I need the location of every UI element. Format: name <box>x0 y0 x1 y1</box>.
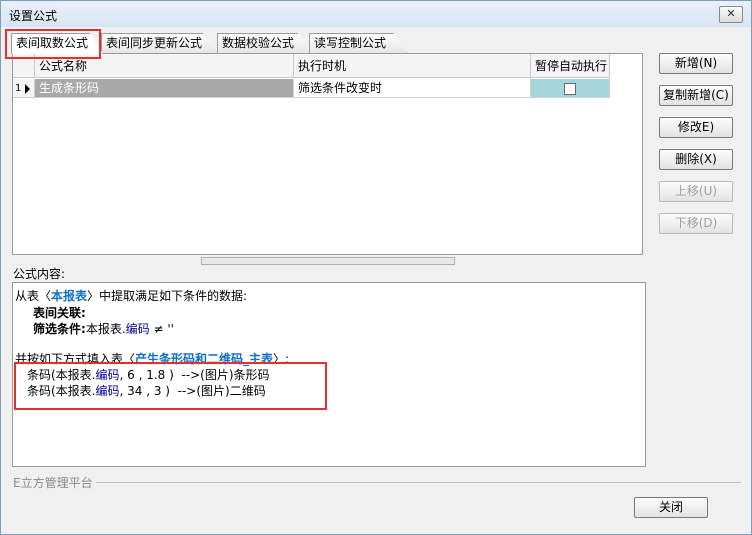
cell-execution-timing[interactable]: 筛选条件改变时 <box>294 79 531 98</box>
window-title: 设置公式 <box>9 9 58 23</box>
cell-formula-name[interactable]: 生成条形码 <box>35 79 294 98</box>
close-icon[interactable]: ✕ <box>719 6 743 23</box>
modify-button[interactable]: 修改E) <box>659 117 733 138</box>
col-header-paused[interactable]: 暂停自动执行 <box>531 54 610 78</box>
text-from-table: 从表〈 <box>15 289 52 303</box>
filter-table: 本报表. <box>85 322 126 336</box>
dialog-window: 设置公式 ✕ 表间取数公式 表间同步更新公式 数据校验公式 读写控制公式 公式名… <box>0 0 752 535</box>
formula-highlight-annotation <box>14 362 327 410</box>
content-line-filter: 筛选条件:本报表.编码 ≠ '' <box>33 320 174 337</box>
tab-strip: 表间取数公式 表间同步更新公式 数据校验公式 读写控制公式 <box>11 33 651 54</box>
tab-rw-control[interactable]: 读写控制公式 <box>309 33 407 53</box>
copy-new-button[interactable]: 复制新增(C) <box>659 85 733 106</box>
formula-grid[interactable]: 公式名称 执行时机 暂停自动执行 1 生成条形码 筛选条件改变时 <box>12 53 643 255</box>
text-extract-condition: 〉中提取满足如下条件的数据: <box>87 289 248 303</box>
tab-highlight-annotation <box>5 29 101 59</box>
content-line-relation: 表间关联: <box>33 306 86 320</box>
filter-field: 编码 <box>125 322 150 336</box>
footer-divider <box>13 482 741 483</box>
filter-label: 筛选条件: <box>33 322 86 336</box>
pause-auto-checkbox[interactable] <box>564 83 576 95</box>
close-button[interactable]: 关闭 <box>634 497 708 518</box>
row-indicator[interactable]: 1 <box>13 79 35 98</box>
current-row-arrow-icon <box>25 84 30 94</box>
cell-pause-auto[interactable] <box>531 79 610 98</box>
new-button[interactable]: 新增(N) <box>659 53 733 74</box>
content-line-source: 从表〈本报表〉中提取满足如下条件的数据: <box>15 287 247 304</box>
horizontal-scrollbar[interactable] <box>201 257 455 265</box>
link-this-report[interactable]: 本报表 <box>51 289 87 303</box>
row-number: 1 <box>15 83 22 94</box>
formula-content-label: 公式内容: <box>13 267 66 281</box>
move-down-button[interactable]: 下移(D) <box>659 213 733 234</box>
col-header-timing[interactable]: 执行时机 <box>294 54 531 78</box>
delete-button[interactable]: 删除(X) <box>659 149 733 170</box>
title-bar: 设置公式 ✕ <box>1 1 751 27</box>
platform-label: E立方管理平台 <box>13 474 96 491</box>
filter-condition: ≠ '' <box>149 322 174 336</box>
move-up-button[interactable]: 上移(U) <box>659 181 733 202</box>
tab-data-validate[interactable]: 数据校验公式 <box>217 33 311 53</box>
tab-table-sync[interactable]: 表间同步更新公式 <box>101 33 219 53</box>
